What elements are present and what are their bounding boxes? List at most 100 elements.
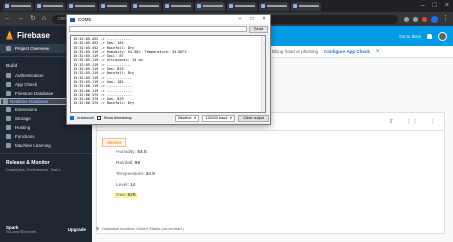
shield-icon bbox=[6, 82, 11, 87]
forward-icon[interactable]: → bbox=[17, 15, 24, 23]
minimize-icon[interactable]: – bbox=[234, 15, 246, 24]
sidebar-item-label: Storage bbox=[15, 116, 31, 121]
node-field[interactable]: Gas: 829 bbox=[114, 193, 138, 198]
node-key-sensor[interactable]: Sensor bbox=[102, 138, 127, 147]
baud-rate-value: 115200 baud bbox=[205, 115, 228, 120]
field-key: Rainfall bbox=[116, 161, 132, 166]
back-icon[interactable]: ← bbox=[4, 15, 11, 23]
tab-title bbox=[235, 5, 255, 7]
autoscroll-checkbox[interactable] bbox=[70, 116, 74, 120]
globe-icon bbox=[6, 125, 11, 130]
close-icon[interactable]: × bbox=[445, 2, 449, 10]
drag-icon[interactable]: ⋮⋮ bbox=[406, 118, 418, 125]
browser-tab[interactable] bbox=[163, 1, 193, 11]
database-icon bbox=[6, 91, 11, 96]
expand-icon[interactable]: ⇧ bbox=[389, 118, 394, 125]
close-icon[interactable]: × bbox=[376, 49, 380, 55]
node-field[interactable]: Level: 14 bbox=[116, 183, 135, 188]
plan-detail: No-cost $0/month bbox=[6, 230, 36, 234]
browser-window-controls: – □ × bbox=[421, 2, 449, 10]
avatar[interactable] bbox=[438, 31, 447, 41]
baud-rate-select[interactable]: 115200 baud ▼ bbox=[202, 114, 236, 122]
tab-favicon-icon bbox=[5, 4, 9, 8]
serial-output[interactable]: 15:32:05.452 -> ------------ 15:32:05.452… bbox=[70, 35, 266, 113]
serial-input[interactable] bbox=[69, 26, 248, 32]
field-key: Level bbox=[116, 183, 128, 188]
scrollbar[interactable] bbox=[261, 36, 265, 112]
field-key: Gas bbox=[116, 193, 125, 198]
serial-line: 15:32:06.375 -> Rainfall: Dry bbox=[73, 101, 135, 106]
configure-app-check-link[interactable]: Configure App Check bbox=[324, 49, 370, 54]
sidebar-item-label: Firestore Database bbox=[15, 91, 54, 96]
node-field[interactable]: Humidity: 54.5 bbox=[116, 150, 147, 155]
database-location-text: Database location: United States (us-cen… bbox=[102, 226, 184, 231]
node-field[interactable]: Temperature: 34.8 bbox=[116, 172, 155, 177]
sidebar-item-label: Authentication bbox=[15, 73, 44, 78]
maximize-icon[interactable]: □ bbox=[433, 2, 437, 10]
field-value: 54.5 bbox=[137, 150, 147, 155]
extension-icon[interactable] bbox=[404, 16, 409, 22]
home-icon bbox=[6, 46, 11, 51]
clear-output-button[interactable]: Clear output bbox=[238, 114, 269, 122]
tab-favicon-icon bbox=[133, 4, 137, 8]
extension-icon[interactable] bbox=[422, 16, 427, 22]
menu-icon[interactable]: ⋮ bbox=[442, 15, 449, 23]
profile-avatar[interactable] bbox=[431, 15, 438, 23]
browser-tab[interactable] bbox=[35, 1, 65, 11]
browser-tab[interactable] bbox=[99, 1, 129, 11]
browser-tab[interactable] bbox=[3, 1, 33, 11]
robot-icon bbox=[6, 143, 11, 148]
home-icon[interactable]: ⌂ bbox=[42, 15, 46, 23]
tab-favicon-icon bbox=[229, 4, 233, 8]
maximize-icon[interactable]: □ bbox=[246, 15, 258, 24]
sidebar-item-label: Extensions bbox=[15, 107, 38, 112]
window-title: COM5 bbox=[78, 17, 92, 22]
more-icon[interactable]: ⋮ bbox=[430, 118, 436, 125]
browser-tab[interactable] bbox=[227, 1, 257, 11]
tab-title bbox=[139, 5, 159, 7]
sidebar-item-label: Realtime Database bbox=[10, 99, 49, 104]
node-field[interactable]: Rainfall: 99 bbox=[116, 161, 140, 166]
sidebar-item-label: Project Overview bbox=[15, 46, 50, 51]
sidebar-item-label: App Check bbox=[15, 82, 38, 87]
reload-icon[interactable]: ↻ bbox=[30, 15, 36, 23]
firebase-logo-icon bbox=[6, 30, 13, 40]
docs-link[interactable]: Go to docs bbox=[399, 34, 421, 39]
line-ending-value: Newline bbox=[177, 115, 192, 120]
download-icon[interactable] bbox=[413, 16, 418, 22]
sidebar-item-machine-learning[interactable]: Machine Learning bbox=[0, 141, 92, 150]
browser-tab[interactable] bbox=[195, 1, 225, 11]
timestamp-checkbox[interactable] bbox=[96, 116, 101, 120]
puzzle-icon bbox=[6, 107, 11, 112]
people-icon bbox=[6, 73, 11, 78]
tab-favicon-icon bbox=[293, 4, 297, 8]
chevron-down-icon: ▼ bbox=[229, 115, 233, 120]
serial-output-lines: 15:32:05.452 -> ------------ 15:32:05.452… bbox=[73, 37, 263, 106]
close-icon[interactable]: × bbox=[258, 15, 270, 24]
sidebar-item-label: Functions bbox=[15, 134, 35, 139]
database-location: Database location: United States (us-cen… bbox=[96, 226, 184, 231]
upgrade-button[interactable]: Upgrade bbox=[68, 227, 86, 232]
data-panel bbox=[96, 130, 445, 234]
sidebar-item-functions[interactable]: Functions bbox=[0, 132, 92, 141]
autoscroll-label: Autoscroll bbox=[77, 116, 94, 120]
send-button[interactable]: Send bbox=[249, 25, 268, 33]
tab-favicon-icon bbox=[197, 4, 201, 8]
minimize-icon[interactable]: – bbox=[421, 2, 425, 10]
browser-tab[interactable] bbox=[259, 1, 289, 11]
extension-icons: ⋮ bbox=[404, 15, 449, 23]
serial-monitor-title-bar[interactable]: COM5 – □ × bbox=[67, 15, 270, 24]
tab-title bbox=[75, 5, 95, 7]
bell-icon[interactable] bbox=[427, 33, 432, 39]
sidebar-section-release-monitor[interactable]: Release & Monitor Crashlytics, Performan… bbox=[0, 157, 92, 175]
plan-box: Spark No-cost $0/month Upgrade bbox=[0, 225, 92, 234]
tab-title bbox=[299, 5, 319, 7]
browser-tab[interactable] bbox=[67, 1, 97, 11]
tab-title bbox=[43, 5, 63, 7]
browser-tab[interactable] bbox=[291, 1, 321, 11]
browser-tab[interactable] bbox=[131, 1, 161, 11]
tab-title bbox=[11, 5, 31, 7]
sidebar-item-label: Hosting bbox=[15, 125, 31, 130]
line-ending-select[interactable]: Newline ▼ bbox=[174, 114, 200, 122]
tab-title bbox=[203, 5, 223, 7]
